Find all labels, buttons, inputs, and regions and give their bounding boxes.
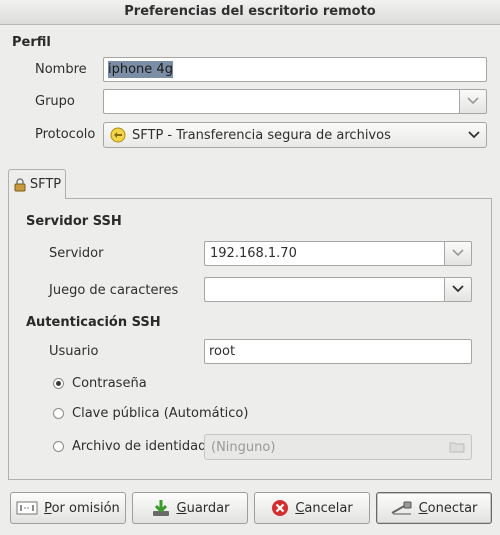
group-label: Grupo xyxy=(35,94,75,109)
cancel-button-label: Cancelar xyxy=(295,500,353,516)
group-dropdown-button[interactable] xyxy=(459,89,487,114)
default-button[interactable]: Por omisión xyxy=(10,492,126,524)
radio-button[interactable] xyxy=(53,378,64,389)
chevron-down-icon xyxy=(452,282,464,297)
name-label: Nombre xyxy=(35,62,87,77)
auth-option-public-key[interactable]: Clave pública (Automático) xyxy=(53,406,248,421)
cancel-icon xyxy=(271,499,289,517)
server-combo[interactable]: 192.168.1.70 xyxy=(204,241,472,266)
connect-button[interactable]: Conectar xyxy=(376,492,492,524)
user-input[interactable]: root xyxy=(204,339,472,364)
radio-button[interactable] xyxy=(53,441,64,452)
radio-button[interactable] xyxy=(53,408,64,419)
group-combo[interactable] xyxy=(103,89,487,114)
default-button-label: Por omisión xyxy=(44,500,120,516)
auth-option-label: Contraseña xyxy=(72,376,147,391)
window-title: Preferencias del escritorio remoto xyxy=(0,0,500,25)
auth-option-label: Archivo de identidad xyxy=(72,439,207,454)
charset-combo[interactable] xyxy=(204,277,472,302)
user-label: Usuario xyxy=(49,344,99,359)
save-button-label: Guardar xyxy=(176,500,230,516)
tab-sftp[interactable]: SFTP xyxy=(8,169,66,199)
group-input[interactable] xyxy=(103,89,459,114)
reset-icon xyxy=(16,500,38,516)
profile-section-title: Perfil xyxy=(12,35,51,50)
auth-option-label: Clave pública (Automático) xyxy=(72,406,249,421)
auth-option-identity-file[interactable]: Archivo de identidad xyxy=(53,439,206,454)
charset-label: Juego de caracteres xyxy=(49,283,179,298)
protocol-select-value: SFTP - Transferencia segura de archivos xyxy=(132,127,391,143)
name-input[interactable]: iphone 4g xyxy=(103,57,487,82)
cancel-button[interactable]: Cancelar xyxy=(254,492,370,524)
connect-button-label: Conectar xyxy=(418,500,478,516)
save-button[interactable]: Guardar xyxy=(132,492,248,524)
protocol-label: Protocolo xyxy=(35,127,96,142)
auth-option-password[interactable]: Contraseña xyxy=(53,376,147,391)
connect-plug-icon xyxy=(391,500,413,516)
ssh-server-section-title: Servidor SSH xyxy=(26,214,122,229)
charset-dropdown-button[interactable] xyxy=(444,277,472,302)
identity-file-chooser[interactable]: (Ninguno) xyxy=(204,434,472,460)
server-dropdown-button[interactable] xyxy=(444,241,472,266)
server-label: Servidor xyxy=(49,246,104,261)
tab-sftp-label: SFTP xyxy=(29,177,62,192)
chevron-down-icon xyxy=(468,131,480,139)
chevron-down-icon xyxy=(452,246,464,261)
name-input-text: iphone 4g xyxy=(108,61,173,78)
ssh-auth-section-title: Autenticación SSH xyxy=(26,315,161,330)
chevron-down-icon xyxy=(467,94,479,109)
lock-folder-icon xyxy=(13,177,27,192)
save-download-icon xyxy=(151,498,171,518)
protocol-select[interactable]: SFTP - Transferencia segura de archivos xyxy=(103,122,487,148)
folder-icon xyxy=(449,441,465,453)
charset-input[interactable] xyxy=(204,277,444,302)
identity-file-value: (Ninguno) xyxy=(211,439,276,455)
server-input[interactable]: 192.168.1.70 xyxy=(204,241,444,266)
sftp-icon xyxy=(110,127,126,143)
